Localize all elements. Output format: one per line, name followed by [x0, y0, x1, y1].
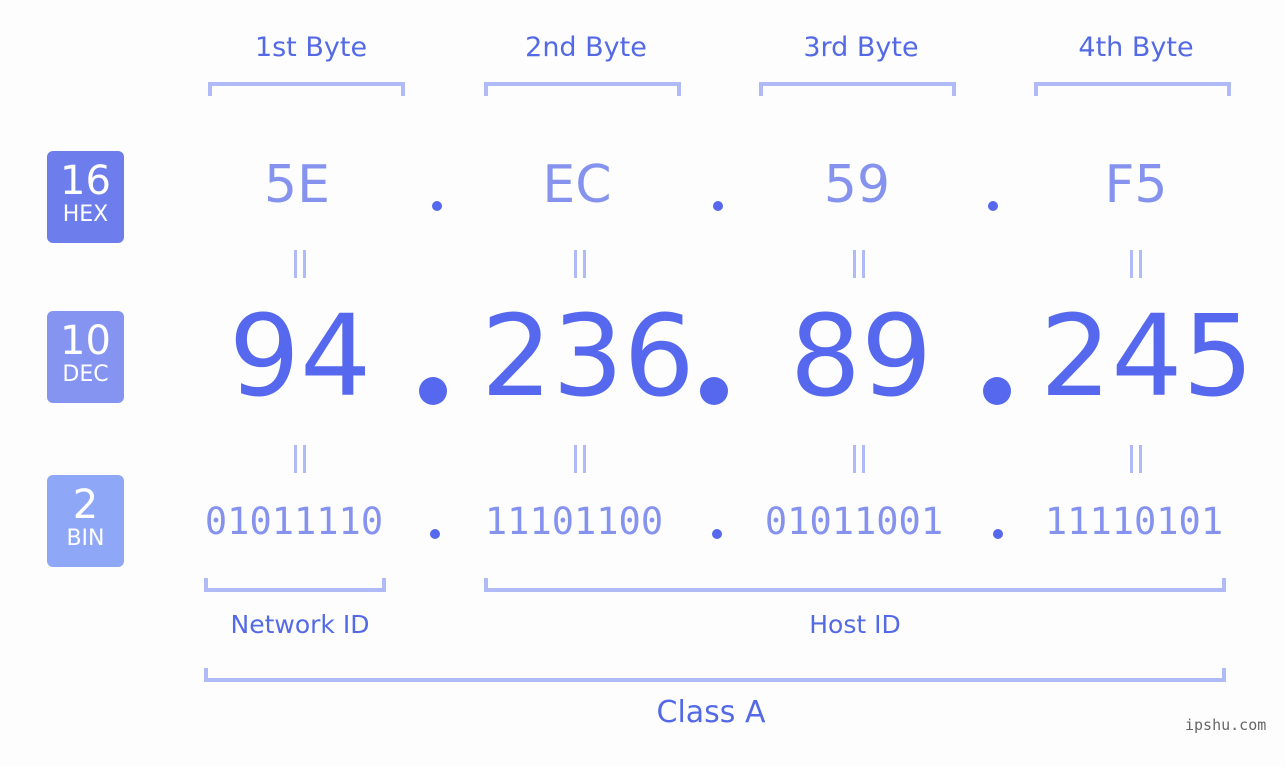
dec-separator-1	[419, 377, 447, 405]
hex-badge-label: HEX	[62, 202, 109, 227]
equals-icon	[560, 247, 600, 287]
byte-bracket-2	[484, 82, 681, 96]
bin-separator-2	[712, 529, 722, 539]
watermark: ipshu.com	[1185, 716, 1267, 734]
bin-badge-label: BIN	[66, 526, 105, 551]
bin-separator-3	[993, 529, 1003, 539]
byte-bracket-3	[759, 82, 956, 96]
hex-badge: 16 HEX	[47, 151, 124, 243]
bin-value-2: 11101100	[484, 500, 664, 543]
byte-header-2: 2nd Byte	[525, 32, 647, 63]
dec-value-1: 94	[228, 292, 372, 422]
dec-separator-3	[983, 377, 1011, 405]
dec-value-2: 236	[481, 292, 695, 422]
network-id-label: Network ID	[230, 610, 370, 639]
dec-badge: 10 DEC	[47, 311, 124, 403]
hex-separator-3	[988, 201, 998, 211]
byte-bracket-1	[208, 82, 405, 96]
bin-badge: 2 BIN	[47, 475, 124, 567]
hex-badge-base: 16	[60, 158, 111, 204]
equals-icon	[839, 247, 879, 287]
class-bracket	[204, 668, 1226, 682]
equals-icon	[1116, 247, 1156, 287]
hex-separator-1	[432, 201, 442, 211]
byte-header-3: 3rd Byte	[803, 32, 919, 63]
hex-value-2: EC	[542, 155, 612, 215]
bin-value-1: 01011110	[204, 500, 384, 543]
host-id-label: Host ID	[809, 610, 901, 639]
bin-separator-1	[430, 529, 440, 539]
host-id-bracket	[484, 578, 1226, 592]
equals-icon	[560, 442, 600, 482]
hex-value-4: F5	[1104, 155, 1168, 215]
equals-icon	[1116, 442, 1156, 482]
hex-value-1: 5E	[264, 155, 330, 215]
byte-bracket-4	[1034, 82, 1231, 96]
network-id-bracket	[204, 578, 386, 592]
dec-value-3: 89	[789, 292, 933, 422]
bin-value-4: 11110101	[1044, 500, 1224, 543]
class-label: Class A	[656, 695, 766, 730]
bin-badge-base: 2	[72, 482, 99, 528]
dec-value-4: 245	[1040, 292, 1254, 422]
byte-header-1: 1st Byte	[254, 32, 368, 63]
dec-badge-base: 10	[60, 318, 111, 364]
equals-icon	[280, 247, 320, 287]
byte-header-4: 4th Byte	[1078, 32, 1194, 63]
dec-separator-2	[700, 377, 728, 405]
equals-icon	[280, 442, 320, 482]
hex-value-3: 59	[823, 155, 891, 215]
hex-separator-2	[713, 201, 723, 211]
equals-icon	[839, 442, 879, 482]
bin-value-3: 01011001	[764, 500, 944, 543]
dec-badge-label: DEC	[62, 362, 109, 387]
